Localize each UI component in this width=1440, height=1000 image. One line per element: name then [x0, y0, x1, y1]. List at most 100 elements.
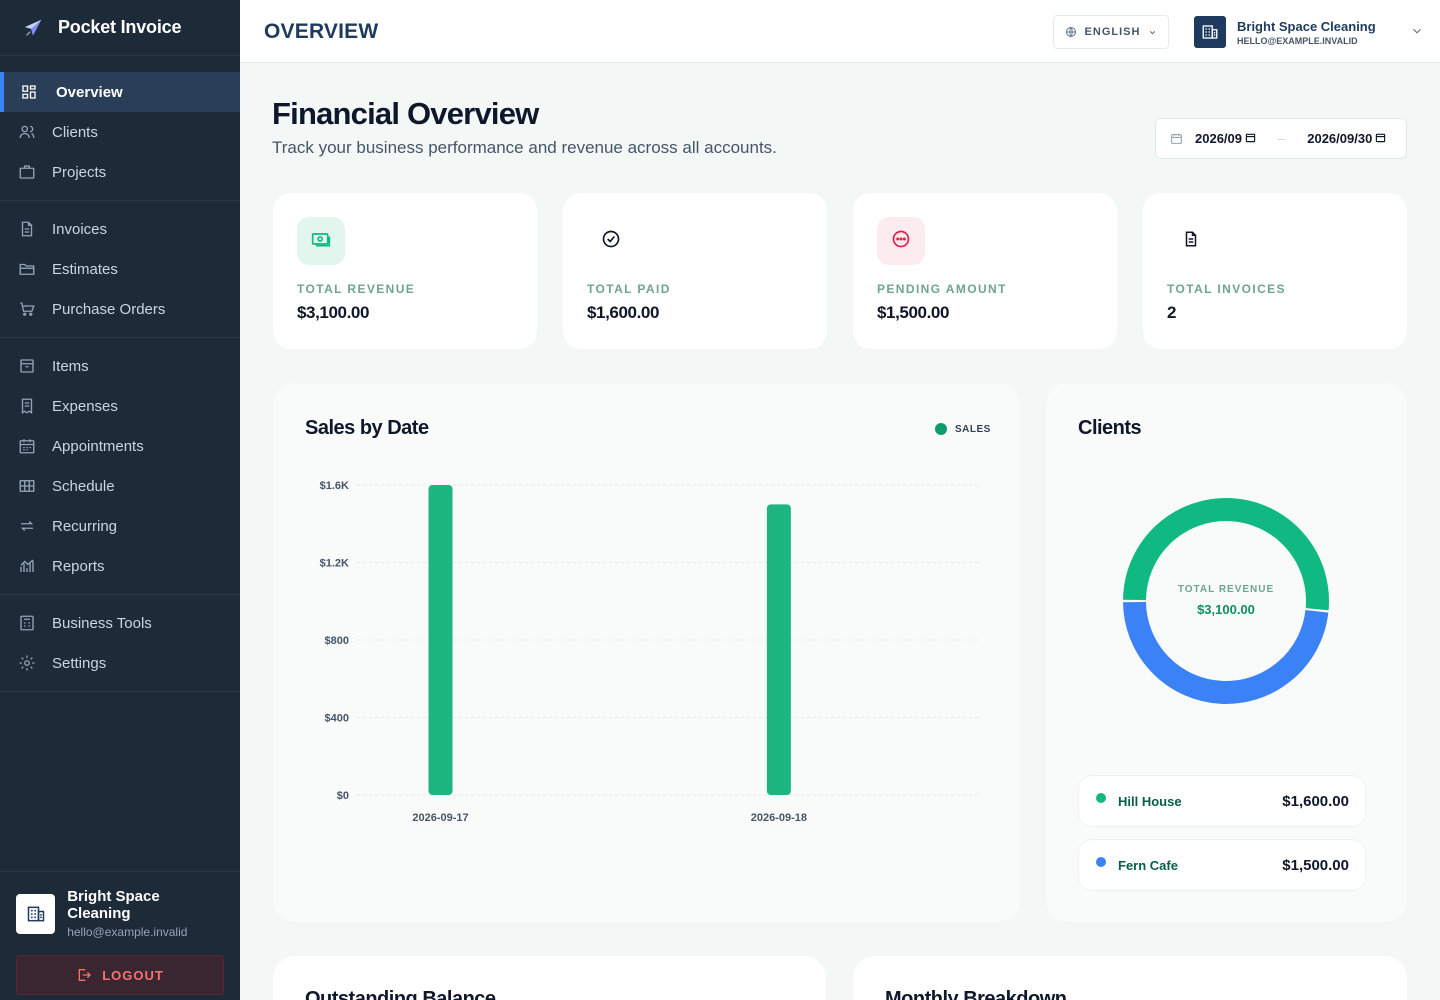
stat-label: TOTAL REVENUE	[297, 282, 416, 296]
logout-label: LOGOUT	[102, 967, 164, 983]
x-tick-label: 2026-09-17	[412, 812, 468, 824]
language-label: ENGLISH	[1084, 26, 1141, 38]
stat-card-total-paid: TOTAL PAID $1,600.00	[563, 193, 827, 349]
date-separator: –	[1278, 131, 1286, 146]
clients-card-title: Clients	[1078, 417, 1142, 439]
bar-2026-09-18[interactable]	[766, 504, 791, 795]
top-bar: OVERVIEW ENGLISH Bright Space Cleaning H…	[240, 0, 1440, 63]
sidebar-item-overview[interactable]: Overview	[0, 72, 240, 112]
table-icon	[18, 477, 36, 495]
paper-plane-logo-icon	[22, 17, 44, 39]
client-color-dot	[1096, 857, 1106, 867]
logout-icon	[76, 967, 92, 983]
sidebar-item-label: Items	[52, 357, 89, 375]
calendar-icon	[1170, 132, 1183, 145]
sidebar-item-items[interactable]: Items	[0, 346, 240, 386]
sidebar-item-projects[interactable]: Projects	[0, 152, 240, 192]
building-icon	[16, 893, 56, 934]
sales-card-title: Sales by Date	[305, 417, 429, 439]
grid-icon	[20, 83, 38, 101]
stat-value: $1,600.00	[587, 303, 660, 322]
sidebar: Pocket Invoice Overview Clients Projects In…	[0, 0, 240, 1000]
sidebar-item-estimates[interactable]: Estimates	[0, 249, 240, 289]
sidebar-item-expenses[interactable]: Expenses	[0, 386, 240, 426]
stat-badge	[297, 217, 345, 265]
sidebar-item-invoices[interactable]: Invoices	[0, 209, 240, 249]
sidebar-item-label: Settings	[52, 654, 107, 672]
page-title: Financial Overview	[272, 96, 539, 131]
stat-label: TOTAL PAID	[587, 282, 671, 296]
stat-value: $1,500.00	[877, 303, 950, 322]
sidebar-item-label: Clients	[52, 123, 98, 141]
users-icon	[18, 123, 36, 141]
outstanding-balance-card: Outstanding Balance	[273, 956, 826, 1000]
sidebar-group: Overview Clients Projects	[0, 56, 240, 201]
sidebar-group: Items Expenses Appointments Schedule Recurri…	[0, 338, 240, 595]
sidebar-item-label: Purchase Orders	[52, 300, 166, 318]
donut-center: TOTAL REVENUE $3,100.00	[1126, 584, 1326, 617]
pending-circle-icon	[891, 229, 911, 254]
sidebar-item-label: Estimates	[52, 260, 118, 278]
sidebar-item-label: Schedule	[52, 477, 115, 495]
logout-button[interactable]: LOGOUT	[16, 955, 224, 995]
stat-card-total-revenue: TOTAL REVENUE $3,100.00	[273, 193, 537, 349]
document-icon	[18, 220, 36, 238]
calendar-icon	[1245, 132, 1256, 143]
sidebar-item-label: Appointments	[52, 437, 144, 455]
client-amount: $1,500.00	[1282, 856, 1349, 874]
sidebar-group: Business Tools Settings	[0, 595, 240, 692]
brand[interactable]: Pocket Invoice	[0, 0, 240, 56]
outstanding-balance-title: Outstanding Balance	[305, 988, 496, 1000]
receipt-icon	[18, 397, 36, 415]
date-from-input[interactable]: 2026/09	[1195, 131, 1256, 146]
stat-badge	[587, 217, 635, 265]
chevron-down-icon	[1148, 28, 1157, 37]
sidebar-item-label: Recurring	[52, 517, 118, 535]
legend-label: SALES	[955, 423, 991, 435]
date-to-value: 2026/09/30	[1307, 131, 1373, 146]
date-to-input[interactable]: 2026/09/30	[1307, 131, 1386, 146]
client-row[interactable]: Hill House $1,600.00	[1078, 775, 1366, 827]
y-tick-label: $1.2K	[320, 558, 349, 570]
client-name: Hill House	[1118, 793, 1182, 809]
repeat-icon	[18, 517, 36, 535]
sidebar-item-recurring[interactable]: Recurring	[0, 506, 240, 546]
sidebar-item-reports[interactable]: Reports	[0, 546, 240, 586]
bar-2026-09-17[interactable]	[428, 485, 453, 795]
stat-badge	[1167, 217, 1215, 265]
stat-badge	[877, 217, 925, 265]
sidebar-item-clients[interactable]: Clients	[0, 112, 240, 152]
sidebar-footer: Bright Space Cleaning hello@example.inva…	[0, 871, 240, 1000]
donut-center-label: TOTAL REVENUE	[1177, 584, 1275, 595]
sidebar-group: Invoices Estimates Purchase Orders	[0, 201, 240, 338]
sidebar-item-label: Business Tools	[52, 614, 152, 632]
language-selector[interactable]: ENGLISH	[1053, 15, 1169, 49]
calculator-icon	[18, 614, 36, 632]
chevron-down-icon	[1410, 24, 1424, 38]
sidebar-item-label: Invoices	[52, 220, 108, 238]
calendar-icon	[1375, 132, 1386, 143]
stat-value: $3,100.00	[297, 303, 370, 322]
sidebar-item-purchase-orders[interactable]: Purchase Orders	[0, 289, 240, 329]
briefcase-icon	[18, 163, 36, 181]
sidebar-user[interactable]: Bright Space Cleaning hello@example.inva…	[16, 888, 224, 939]
calendar-icon	[18, 437, 36, 455]
sidebar-item-label: Expenses	[52, 397, 118, 415]
stat-value: 2	[1167, 303, 1177, 322]
date-range-picker[interactable]: 2026/09 – 2026/09/30	[1155, 118, 1407, 159]
client-row[interactable]: Fern Cafe $1,500.00	[1078, 839, 1366, 891]
sidebar-item-label: Projects	[52, 163, 107, 181]
account-email: HELLO@EXAMPLE.INVALID	[1237, 35, 1358, 46]
check-circle-icon	[601, 229, 621, 254]
client-name: Fern Cafe	[1118, 857, 1178, 873]
sidebar-item-appointments[interactable]: Appointments	[0, 426, 240, 466]
y-tick-label: $800	[325, 635, 349, 647]
folder-icon	[18, 260, 36, 278]
document-icon	[1182, 230, 1200, 253]
sidebar-item-business-tools[interactable]: Business Tools	[0, 603, 240, 643]
sidebar-item-settings[interactable]: Settings	[0, 643, 240, 683]
account-name: Bright Space Cleaning	[1237, 18, 1376, 34]
sidebar-item-schedule[interactable]: Schedule	[0, 466, 240, 506]
account-menu[interactable]: Bright Space Cleaning HELLO@EXAMPLE.INVA…	[1194, 15, 1424, 49]
client-color-dot	[1096, 793, 1106, 803]
